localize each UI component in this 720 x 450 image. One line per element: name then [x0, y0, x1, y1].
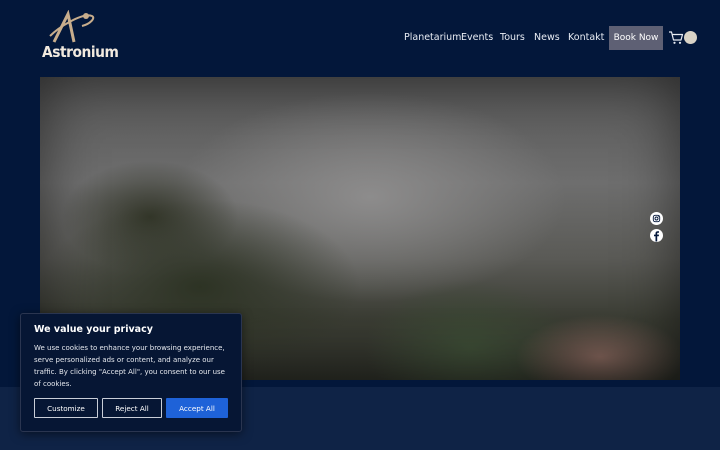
cookie-title: We value your privacy	[34, 324, 153, 335]
book-now-button[interactable]: Book Now	[609, 26, 663, 50]
site-logo[interactable]: Astronium	[40, 10, 119, 62]
nav-item-events[interactable]: Events	[461, 27, 493, 49]
brand-name: Astronium	[42, 43, 119, 61]
nav-item-kontakt[interactable]: Kontakt	[568, 27, 604, 49]
cookie-description: We use cookies to enhance your browsing …	[34, 344, 225, 388]
cart-icon[interactable]	[668, 30, 684, 45]
instagram-icon[interactable]	[650, 212, 663, 225]
reject-all-button[interactable]: Reject All	[102, 398, 162, 418]
nav-item-tours[interactable]: Tours	[500, 27, 525, 49]
cookie-consent-banner: We value your privacy We use cookies to …	[20, 313, 242, 432]
logo-mark-icon	[49, 10, 95, 43]
customize-button[interactable]: Customize	[34, 398, 98, 418]
accept-all-button[interactable]: Accept All	[166, 398, 228, 418]
cart-count-badge[interactable]	[684, 31, 697, 44]
nav-item-planetarium[interactable]: Planetarium	[404, 27, 461, 49]
facebook-icon[interactable]	[650, 229, 663, 242]
nav-item-news[interactable]: News	[534, 27, 560, 49]
